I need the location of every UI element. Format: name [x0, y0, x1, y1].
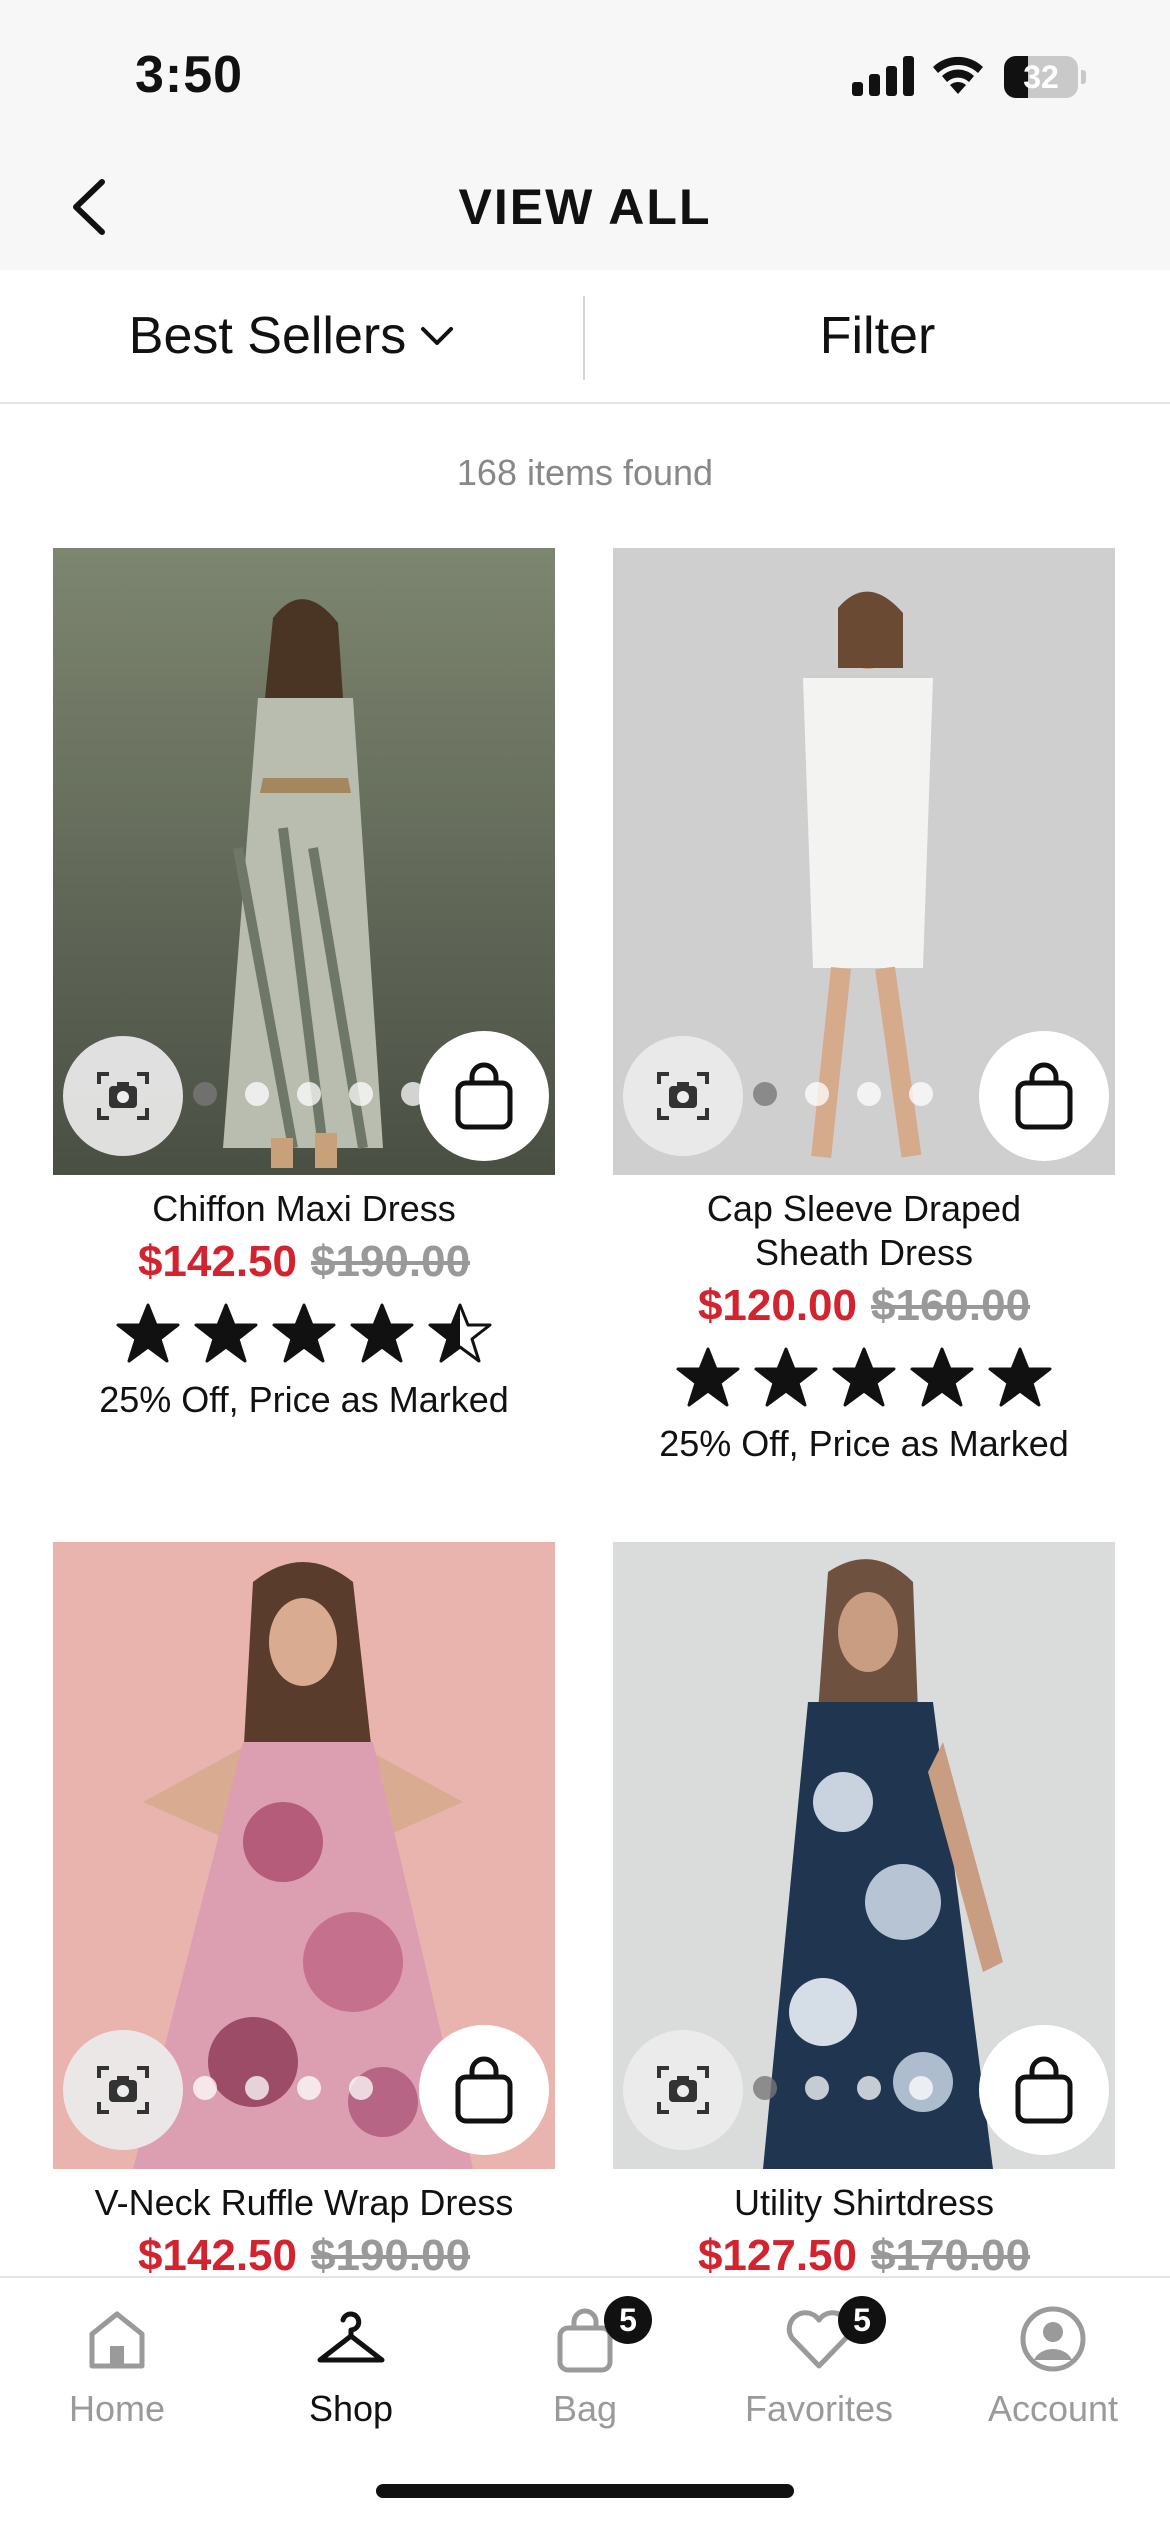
tab-label: Shop — [308, 2388, 394, 2429]
product-image[interactable] — [53, 548, 555, 1175]
product-name: Chiffon Maxi Dress — [152, 1188, 456, 1229]
sort-filter-bar: Best Sellers Filter — [0, 270, 1170, 404]
camera-scan-icon — [97, 1072, 149, 1120]
price-row: $142.50 $190.00 — [53, 2231, 555, 2281]
battery-level: 32 — [1023, 59, 1059, 95]
tab-favorites[interactable]: 5 Favorites — [702, 2296, 936, 2446]
status-time: 3:50 — [135, 46, 244, 104]
filter-label: Filter — [819, 307, 936, 365]
image-carousel-dots — [193, 2076, 373, 2102]
nav-header: VIEW ALL — [0, 140, 1170, 270]
carousel-dot — [805, 1082, 829, 1106]
camera-scan-icon — [657, 2066, 709, 2114]
star-full-icon — [676, 1347, 740, 1407]
home-indicator — [376, 2484, 794, 2498]
add-to-bag-button[interactable] — [419, 1031, 549, 1161]
battery-icon: 32 — [1004, 56, 1086, 98]
tab-label: Favorites — [744, 2388, 894, 2429]
star-full-icon — [832, 1347, 896, 1407]
star-full-icon — [988, 1347, 1052, 1407]
star-full-icon — [754, 1347, 818, 1407]
tab-shop[interactable]: Shop — [234, 2296, 468, 2446]
camera-scan-icon — [97, 2066, 149, 2114]
price-row: $120.00 $160.00 — [613, 1281, 1115, 1331]
star-full-icon — [272, 1303, 336, 1363]
wifi-icon — [933, 56, 983, 94]
star-full-icon — [910, 1347, 974, 1407]
star-full-icon — [116, 1303, 180, 1363]
add-to-bag-button[interactable] — [419, 2025, 549, 2155]
carousel-dot — [193, 1082, 217, 1106]
camera-scan-icon — [657, 1072, 709, 1120]
carousel-dot — [753, 1082, 777, 1106]
bag-icon — [1015, 2056, 1073, 2124]
star-rating — [53, 1301, 555, 1365]
favorites-count-badge: 5 — [838, 2296, 886, 2344]
carousel-dot — [909, 1082, 933, 1106]
product-name: Utility Shirtdress — [733, 2182, 995, 2223]
original-price: $190.00 — [311, 1237, 471, 1286]
image-carousel-dots — [753, 2076, 933, 2102]
status-bar: 3:50 32 — [0, 0, 1170, 140]
sort-dropdown[interactable]: Best Sellers — [0, 270, 583, 402]
tab-label: Home — [68, 2388, 166, 2429]
product-image[interactable] — [53, 1542, 555, 2169]
star-half-icon — [428, 1303, 492, 1363]
sale-price: $127.50 — [697, 2231, 857, 2280]
carousel-dot — [297, 1082, 321, 1106]
tab-label: Bag — [552, 2388, 618, 2429]
product-card[interactable]: V-Neck Ruffle Wrap Dress $142.50 $190.00 — [53, 1542, 555, 2281]
filter-button[interactable]: Filter — [585, 270, 1170, 402]
visual-search-button[interactable] — [63, 1036, 183, 1156]
visual-search-button[interactable] — [623, 1036, 743, 1156]
carousel-dot — [245, 1082, 269, 1106]
items-found-count: 168 items found — [456, 452, 714, 493]
carousel-dot — [857, 1082, 881, 1106]
star-full-icon — [350, 1303, 414, 1363]
hanger-icon — [317, 2311, 385, 2363]
original-price: $160.00 — [871, 1281, 1031, 1330]
price-row: $127.50 $170.00 — [613, 2231, 1115, 2281]
visual-search-button[interactable] — [623, 2030, 743, 2150]
tab-label: Account — [987, 2388, 1119, 2429]
product-name: V-Neck Ruffle Wrap Dress — [94, 2182, 514, 2223]
promo-text: 25% Off, Price as Marked — [659, 1423, 1069, 1464]
sale-price: $120.00 — [697, 1281, 857, 1330]
tab-bag[interactable]: 5 Bag — [468, 2296, 702, 2446]
sale-price: $142.50 — [137, 1237, 297, 1286]
account-icon — [1020, 2306, 1086, 2372]
visual-search-button[interactable] — [63, 2030, 183, 2150]
product-name: Cap Sleeve Draped Sheath Dress — [706, 1188, 1022, 1273]
sale-price: $142.50 — [137, 2231, 297, 2280]
bag-count-badge: 5 — [604, 2296, 652, 2344]
original-price: $170.00 — [871, 2231, 1031, 2280]
bag-icon — [1015, 1062, 1073, 1130]
price-row: $142.50 $190.00 — [53, 1237, 555, 1287]
product-image[interactable] — [613, 1542, 1115, 2169]
cellular-signal-icon — [852, 56, 914, 96]
image-carousel-dots — [753, 1082, 933, 1108]
product-image[interactable] — [613, 548, 1115, 1175]
star-rating — [613, 1345, 1115, 1409]
add-to-bag-button[interactable] — [979, 1031, 1109, 1161]
chevron-down-icon — [421, 327, 454, 345]
image-carousel-dots — [193, 1082, 425, 1108]
product-card[interactable]: Cap Sleeve Draped Sheath Dress $120.00 $1… — [613, 548, 1115, 1465]
page-title: VIEW ALL — [458, 179, 712, 235]
product-card[interactable]: Chiffon Maxi Dress $142.50 $190.00 25% Of… — [53, 548, 555, 1421]
bag-icon — [455, 1062, 513, 1130]
home-icon — [89, 2311, 145, 2369]
sort-label: Best Sellers — [128, 307, 407, 365]
bag-icon — [455, 2056, 513, 2124]
add-to-bag-button[interactable] — [979, 2025, 1109, 2155]
tab-account[interactable]: Account — [936, 2296, 1170, 2446]
promo-text: 25% Off, Price as Marked — [99, 1379, 509, 1420]
original-price: $190.00 — [311, 2231, 471, 2280]
carousel-dot — [349, 1082, 373, 1106]
star-full-icon — [194, 1303, 258, 1363]
tab-home[interactable]: Home — [0, 2296, 234, 2446]
product-card[interactable]: Utility Shirtdress $127.50 $170.00 — [613, 1542, 1115, 2281]
